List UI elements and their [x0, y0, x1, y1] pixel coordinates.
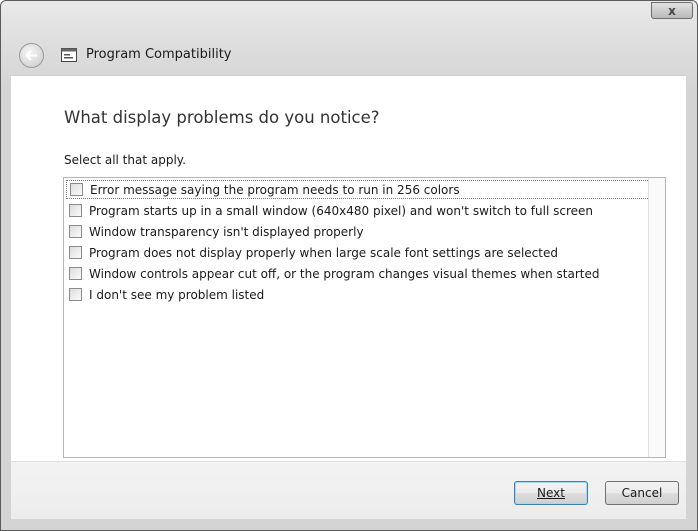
title-bar: x: [1, 1, 697, 29]
next-button-label: Next: [537, 486, 565, 500]
checkbox[interactable]: [69, 204, 82, 217]
option-row[interactable]: Program starts up in a small window (640…: [66, 201, 593, 220]
option-label: Window controls appear cut off, or the p…: [89, 266, 600, 281]
main-heading: What display problems do you notice?: [64, 108, 380, 127]
option-row[interactable]: Window controls appear cut off, or the p…: [66, 264, 600, 283]
checkbox[interactable]: [69, 225, 82, 238]
option-label: Window transparency isn't displayed prop…: [89, 224, 364, 239]
page-title: Program Compatibility: [86, 47, 232, 62]
option-label: I don't see my problem listed: [89, 287, 265, 302]
cancel-button-label: Cancel: [621, 486, 663, 500]
back-button[interactable]: [19, 43, 44, 68]
navigation-bar: Program Compatibility: [1, 35, 697, 75]
instruction-text: Select all that apply.: [64, 153, 186, 167]
option-row[interactable]: Program does not display properly when l…: [66, 243, 558, 262]
checkbox[interactable]: [70, 183, 83, 196]
option-label: Program starts up in a small window (640…: [89, 203, 593, 218]
checkbox[interactable]: [69, 267, 82, 280]
next-button[interactable]: Next: [514, 481, 588, 505]
program-compatibility-icon: [61, 48, 77, 62]
problems-checklist[interactable]: Error message saying the program needs t…: [63, 177, 666, 458]
checkbox[interactable]: [69, 288, 82, 301]
close-button[interactable]: x: [651, 2, 693, 19]
option-label: Program does not display properly when l…: [89, 245, 558, 260]
program-compatibility-window: x Program Compatibility What display pro…: [0, 0, 698, 531]
close-icon: x: [668, 3, 676, 18]
option-label: Error message saying the program needs t…: [90, 182, 460, 197]
option-row[interactable]: Window transparency isn't displayed prop…: [66, 222, 364, 241]
back-arrow-icon: [25, 50, 37, 61]
option-row[interactable]: I don't see my problem listed: [66, 285, 264, 304]
option-row[interactable]: Error message saying the program needs t…: [66, 180, 652, 199]
checkbox[interactable]: [69, 246, 82, 259]
content-pane: What display problems do you notice? Sel…: [11, 75, 686, 462]
dialog-footer: Next Cancel: [11, 461, 686, 519]
cancel-button[interactable]: Cancel: [605, 481, 679, 505]
